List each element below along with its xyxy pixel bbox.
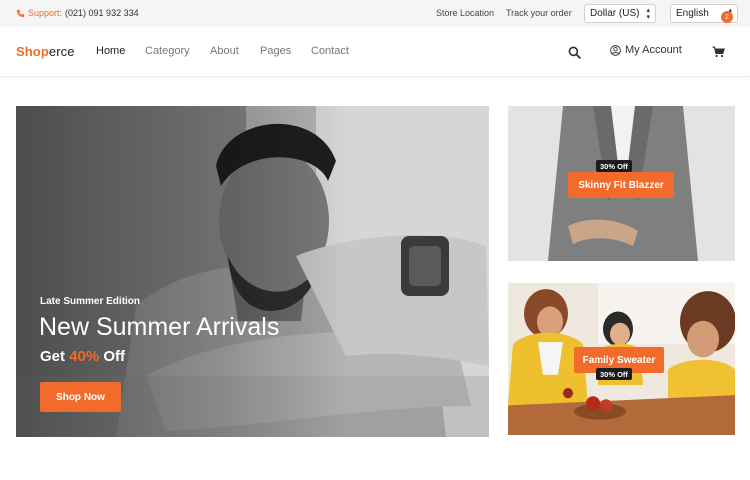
language-value: English [676,8,709,19]
track-order-link[interactable]: Track your order [506,8,572,18]
search-icon[interactable] [568,46,581,59]
my-account-label: My Account [625,44,682,56]
hero-discount: 40% [69,348,100,365]
nav-about[interactable]: About [210,45,239,57]
nav-home[interactable]: Home [96,45,125,57]
support-phone[interactable]: (021) 091 932 334 [65,8,139,18]
store-location-link[interactable]: Store Location [436,8,494,18]
hero-subtitle-after: Off [99,348,126,365]
promo-card-sweater[interactable]: Family Sweater 30% Off [508,283,735,435]
hero-title: New Summer Arrivals [39,313,280,341]
hero-eyebrow: Late Summer Edition [40,296,141,307]
currency-value: Dollar (US) [590,8,640,19]
main-header: Shoperce Home Category About Pages Conta… [0,27,750,77]
shopping-cart-icon[interactable] [712,46,725,58]
phone-icon [16,9,25,17]
nav-contact[interactable]: Contact [311,45,349,57]
hero-banner[interactable]: Late Summer Edition New Summer Arrivals … [16,106,489,437]
user-circle-icon [610,44,621,56]
logo-accent: Shop [16,44,49,59]
promo-discount-badge: 30% Off [596,368,632,380]
promo-label[interactable]: Skinny Fit Blazzer [568,172,674,198]
select-arrows-icon: ▴▾ [646,6,650,21]
logo[interactable]: Shoperce [16,44,75,59]
nav-category[interactable]: Category [145,45,190,57]
top-bar: Support: (021) 091 932 334 Store Locatio… [0,0,750,27]
promo-card-blazer[interactable]: 30% Off Skinny Fit Blazzer [508,106,735,261]
logo-rest: erce [48,44,75,59]
nav-pages[interactable]: Pages [260,45,291,57]
support-info: Support: (021) 091 932 334 [16,8,139,18]
support-label: Support: [28,8,63,18]
currency-select[interactable]: Dollar (US) ▴ ▾ [584,4,656,23]
shop-now-button[interactable]: Shop Now [40,382,121,412]
cart-count-badge: 2 [721,11,733,23]
my-account-link[interactable]: My Account [610,44,682,56]
hero-subtitle: Get 40% Off [40,348,125,365]
promo-discount-badge: 30% Off [596,160,632,172]
hero-subtitle-before: Get [40,348,70,365]
